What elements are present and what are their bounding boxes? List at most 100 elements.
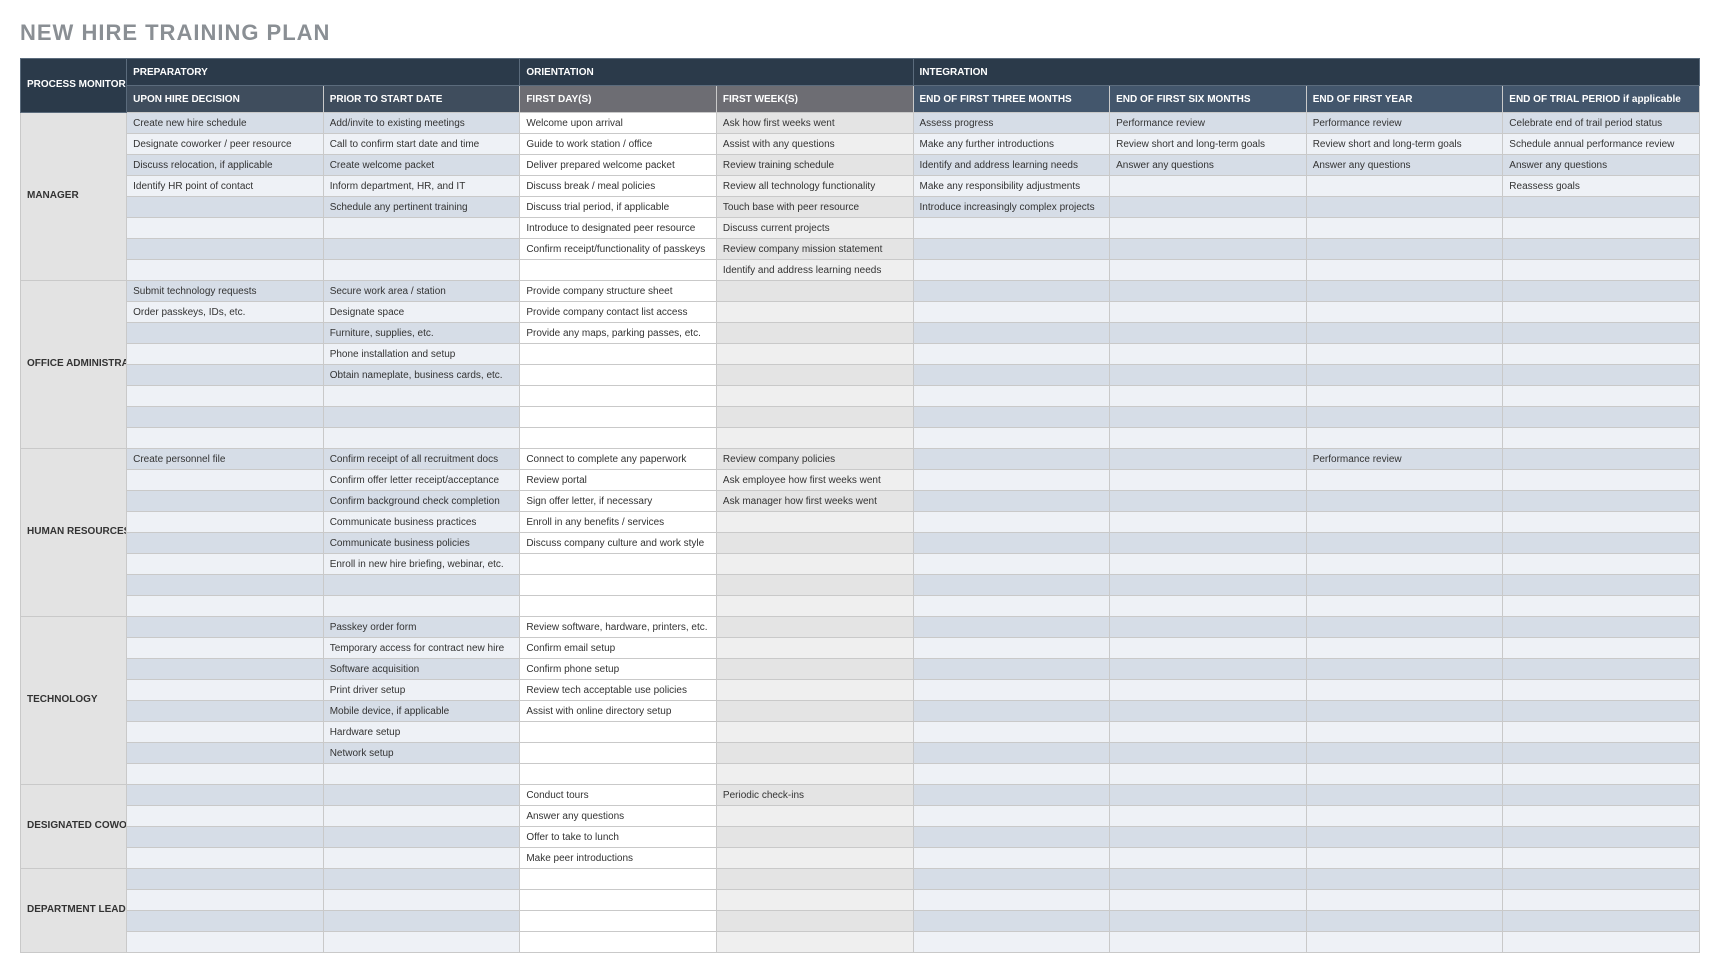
cell: Review short and long-term goals [1110,134,1307,155]
cell [1306,743,1503,764]
cell [716,323,913,344]
cell [1306,533,1503,554]
cell: Connect to complete any paperwork [520,449,717,470]
cell [127,218,324,239]
cell [1503,323,1700,344]
cell [1306,722,1503,743]
cell [716,764,913,785]
table-row: Introduce to designated peer resourceDis… [21,218,1700,239]
cell [127,806,324,827]
cell [1110,281,1307,302]
col-first-weeks: FIRST WEEK(S) [716,86,913,113]
cell [1306,638,1503,659]
cell [127,869,324,890]
cell [1503,281,1700,302]
cell [1306,176,1503,197]
cell [1503,827,1700,848]
cell: Confirm receipt of all recruitment docs [323,449,520,470]
cell: Mobile device, if applicable [323,701,520,722]
cell: Celebrate end of trail period status [1503,113,1700,134]
col-first-year: END OF FIRST YEAR [1306,86,1503,113]
cell [1306,512,1503,533]
cell: Designate coworker / peer resource [127,134,324,155]
cell: Confirm phone setup [520,659,717,680]
cell [913,806,1110,827]
cell [1503,554,1700,575]
cell: Add/invite to existing meetings [323,113,520,134]
cell: Ask how first weeks went [716,113,913,134]
role-label: OFFICE ADMINISTRATOR [21,281,127,449]
cell [1306,554,1503,575]
cell [127,197,324,218]
cell [1110,575,1307,596]
cell: Secure work area / station [323,281,520,302]
cell [1503,575,1700,596]
cell [323,407,520,428]
cell [127,890,324,911]
col-trial-period: END OF TRIAL PERIOD if applicable [1503,86,1700,113]
cell [1503,197,1700,218]
cell [1110,386,1307,407]
cell: Periodic check-ins [716,785,913,806]
cell [520,428,717,449]
table-row: Communicate business practicesEnroll in … [21,512,1700,533]
cell [913,281,1110,302]
table-row: Print driver setupReview tech acceptable… [21,680,1700,701]
cell [323,827,520,848]
cell [913,491,1110,512]
cell [323,239,520,260]
cell [1306,848,1503,869]
cell: Review company mission statement [716,239,913,260]
cell: Identify HR point of contact [127,176,324,197]
cell [1306,428,1503,449]
cell [716,407,913,428]
cell [1503,638,1700,659]
cell [1306,680,1503,701]
cell: Discuss relocation, if applicable [127,155,324,176]
cell: Enroll in new hire briefing, webinar, et… [323,554,520,575]
cell [913,785,1110,806]
cell: Make any further introductions [913,134,1110,155]
cell [1306,239,1503,260]
sub-header-row: UPON HIRE DECISION PRIOR TO START DATE F… [21,86,1700,113]
cell: Welcome upon arrival [520,113,717,134]
cell [323,869,520,890]
cell [1306,617,1503,638]
training-plan-table: PROCESS MONITOR / MENTOR PREPARATORY ORI… [20,58,1700,953]
table-row [21,596,1700,617]
cell: Review training schedule [716,155,913,176]
page-title: NEW HIRE TRAINING PLAN [20,20,1700,46]
cell [1110,470,1307,491]
cell: Temporary access for contract new hire [323,638,520,659]
cell [913,533,1110,554]
cell [716,638,913,659]
cell [520,764,717,785]
cell [1306,659,1503,680]
cell [1306,596,1503,617]
cell [1503,680,1700,701]
cell [1306,470,1503,491]
table-row: Discuss relocation, if applicableCreate … [21,155,1700,176]
cell [1503,344,1700,365]
cell [127,407,324,428]
cell: Identify and address learning needs [913,155,1110,176]
cell [323,806,520,827]
table-row: Furniture, supplies, etc.Provide any map… [21,323,1700,344]
cell [520,365,717,386]
cell [127,323,324,344]
cell [1306,260,1503,281]
cell: Ask employee how first weeks went [716,470,913,491]
cell [913,449,1110,470]
cell [127,239,324,260]
cell [913,743,1110,764]
cell [520,932,717,953]
cell: Provide any maps, parking passes, etc. [520,323,717,344]
cell: Call to confirm start date and time [323,134,520,155]
cell: Conduct tours [520,785,717,806]
table-row: DEPARTMENT LEAD if applicable [21,869,1700,890]
table-row [21,386,1700,407]
cell [127,386,324,407]
cell: Discuss company culture and work style [520,533,717,554]
cell [1306,365,1503,386]
table-row: Mobile device, if applicableAssist with … [21,701,1700,722]
